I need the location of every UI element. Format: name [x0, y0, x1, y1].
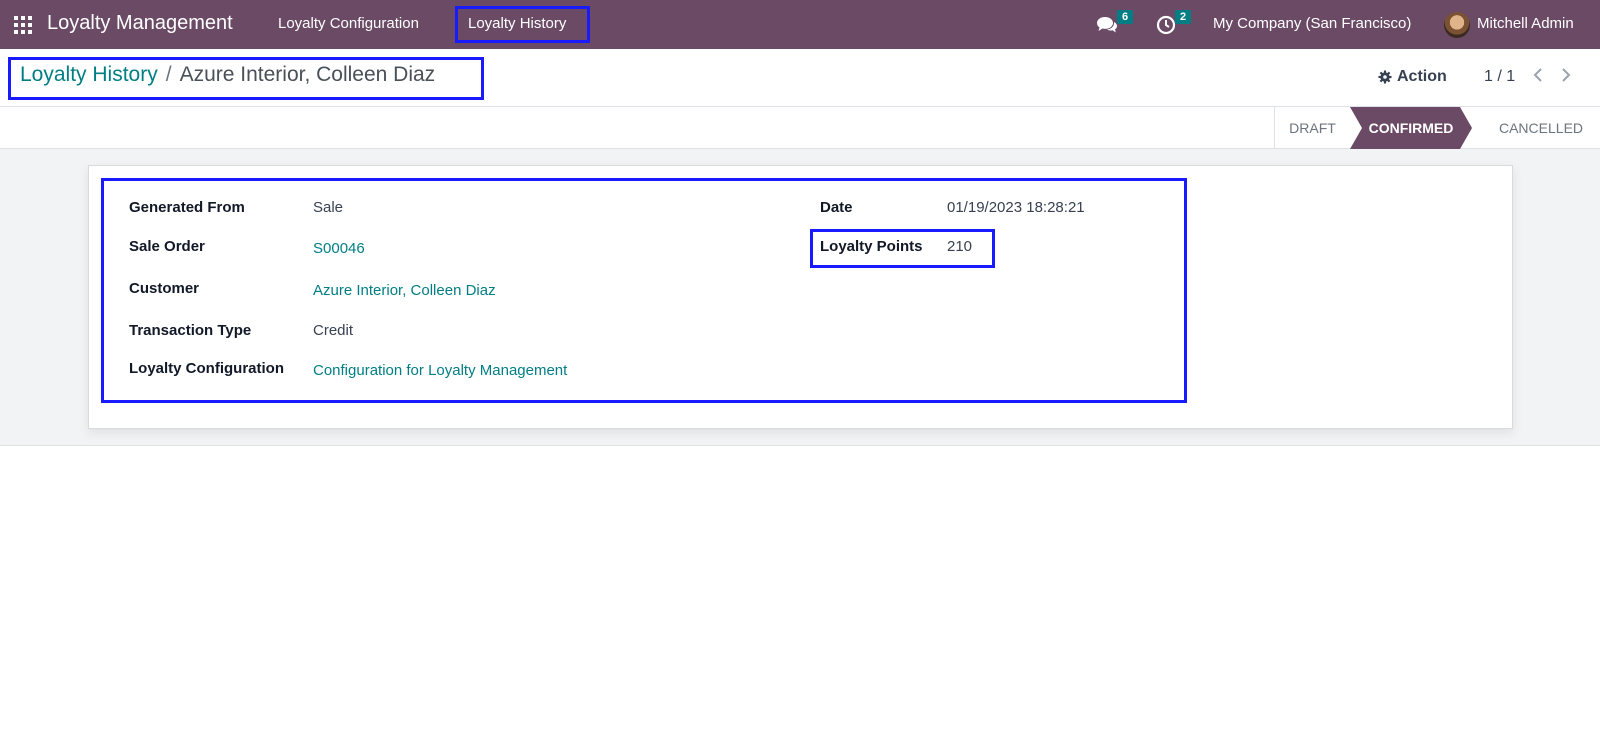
status-cancelled[interactable]: CANCELLED — [1482, 107, 1600, 149]
highlight-form-fields — [101, 178, 1187, 403]
company-switcher[interactable]: My Company (San Francisco) — [1213, 15, 1411, 32]
gear-icon — [1378, 70, 1392, 84]
pager-value[interactable]: 1 / 1 — [1484, 68, 1515, 86]
action-button[interactable]: Action — [1378, 68, 1447, 86]
menu-loyalty-configuration[interactable]: Loyalty Configuration — [278, 15, 419, 32]
messages-badge: 6 — [1117, 10, 1134, 24]
chat-icon[interactable] — [1096, 15, 1118, 35]
chevron-left-icon[interactable] — [1530, 65, 1548, 85]
action-label: Action — [1397, 68, 1447, 85]
status-confirmed-label: CONFIRMED — [1368, 120, 1454, 136]
apps-menu-icon[interactable] — [14, 16, 32, 34]
user-avatar[interactable] — [1444, 12, 1470, 38]
clock-icon[interactable] — [1156, 15, 1176, 35]
activities-badge: 2 — [1175, 10, 1192, 24]
status-confirmed[interactable]: CONFIRMED — [1350, 107, 1472, 149]
chevron-right-icon[interactable] — [1556, 65, 1574, 85]
status-bar: DRAFT CONFIRMED CANCELLED — [0, 107, 1600, 149]
highlight-loyalty-points — [810, 229, 995, 268]
status-draft[interactable]: DRAFT — [1274, 107, 1350, 149]
highlight-breadcrumb — [8, 57, 484, 100]
top-navbar: Loyalty Management Loyalty Configuration… — [0, 0, 1600, 49]
user-menu[interactable]: Mitchell Admin — [1477, 15, 1574, 32]
app-name[interactable]: Loyalty Management — [47, 12, 233, 35]
highlight-menu-loyalty-history — [455, 6, 590, 43]
